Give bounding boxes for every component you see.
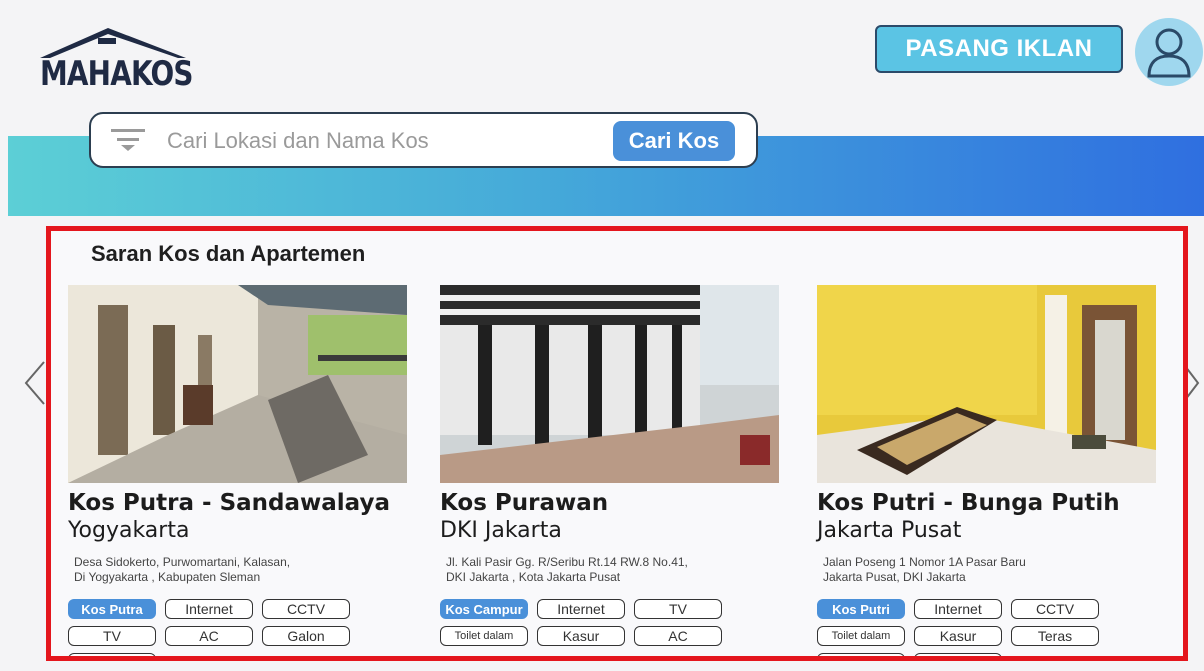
listing-photo[interactable] xyxy=(440,285,779,483)
facility-tag: TV xyxy=(68,626,156,646)
facility-tag: CCTV xyxy=(262,599,350,619)
address-line: Jakarta Pusat, DKI Jakarta xyxy=(823,570,966,584)
listing-city: DKI Jakarta xyxy=(440,518,562,543)
facility-tag: Internet xyxy=(914,599,1002,619)
gender-tag: Kos Campur xyxy=(440,599,528,619)
listing-city: Yogyakarta xyxy=(68,518,190,543)
address-line: Di Yogyakarta , Kabupaten Sleman xyxy=(74,570,261,584)
listing-card[interactable]: Kos Purawan DKI Jakarta Jl. Kali Pasir G… xyxy=(440,285,785,646)
mahakos-logo[interactable]: MAHAKOS xyxy=(38,22,193,94)
facility-tag: AC xyxy=(634,626,722,646)
facility-tag: Kasur xyxy=(68,653,156,656)
gender-tag: Kos Putri xyxy=(817,599,905,619)
listing-address: Desa Sidokerto, Purwomartani, Kalasan, D… xyxy=(68,555,394,585)
address-line: Jl. Kali Pasir Gg. R/Seribu Rt.14 RW.8 N… xyxy=(446,555,688,569)
filter-icon[interactable] xyxy=(111,128,145,152)
search-bar: Cari Kos xyxy=(89,112,758,168)
facility-tags: Kos Campur Internet TV Toilet dalam Kasu… xyxy=(440,599,785,646)
section-title: Saran Kos dan Apartemen xyxy=(91,241,366,266)
address-line: DKI Jakarta , Kota Jakarta Pusat xyxy=(446,570,621,584)
facility-tag: Internet xyxy=(537,599,625,619)
listing-address: Jalan Poseng 1 Nomor 1A Pasar Baru Jakar… xyxy=(817,555,1143,585)
listing-photo[interactable] xyxy=(68,285,407,483)
listing-city: Jakarta Pusat xyxy=(817,518,962,543)
facility-tag: TV xyxy=(634,599,722,619)
listing-address: Jl. Kali Pasir Gg. R/Seribu Rt.14 RW.8 N… xyxy=(440,555,766,585)
address-line: Jalan Poseng 1 Nomor 1A Pasar Baru xyxy=(823,555,1026,569)
listing-title[interactable]: Kos Putra - Sandawalaya xyxy=(68,489,413,517)
facility-tag: Teras xyxy=(1011,626,1099,646)
header: MAHAKOS PASANG IKLAN xyxy=(0,0,1204,110)
post-ad-button[interactable]: PASANG IKLAN xyxy=(875,25,1123,73)
facility-tags: Kos Putri Internet CCTV Toilet dalam Kas… xyxy=(817,599,1162,656)
user-avatar-icon[interactable] xyxy=(1135,18,1203,86)
facility-tag: CCTV xyxy=(1011,599,1099,619)
facility-tags: Kos Putra Internet CCTV TV AC Galon Kasu… xyxy=(68,599,413,656)
facility-tag: Kasur xyxy=(537,626,625,646)
facility-tag: Toilet dalam xyxy=(440,626,528,646)
address-line: Desa Sidokerto, Purwomartani, Kalasan, xyxy=(74,555,291,569)
facility-tag: Internet xyxy=(165,599,253,619)
facility-tag: AC xyxy=(165,626,253,646)
facility-tag: Meja Belajar xyxy=(914,653,1002,656)
gender-tag: Kos Putra xyxy=(68,599,156,619)
listing-card[interactable]: Kos Putra - Sandawalaya Yogyakarta Desa … xyxy=(68,285,413,656)
facility-tag: Toilet dalam xyxy=(817,626,905,646)
listing-photo[interactable] xyxy=(817,285,1156,483)
search-button[interactable]: Cari Kos xyxy=(613,121,735,161)
facility-tag: AC xyxy=(817,653,905,656)
recommended-section: Saran Kos dan Apartemen Kos Putra - Sand… xyxy=(46,226,1188,661)
search-input[interactable] xyxy=(165,122,589,160)
facility-tag: Galon xyxy=(262,626,350,646)
logo-text: MAHAKOS xyxy=(40,54,193,94)
listing-title[interactable]: Kos Purawan xyxy=(440,489,785,517)
facility-tag: Kasur xyxy=(914,626,1002,646)
listing-title[interactable]: Kos Putri - Bunga Putih xyxy=(817,489,1162,517)
listing-card[interactable]: Kos Putri - Bunga Putih Jakarta Pusat Ja… xyxy=(817,285,1162,656)
chevron-left-icon[interactable] xyxy=(24,360,46,406)
